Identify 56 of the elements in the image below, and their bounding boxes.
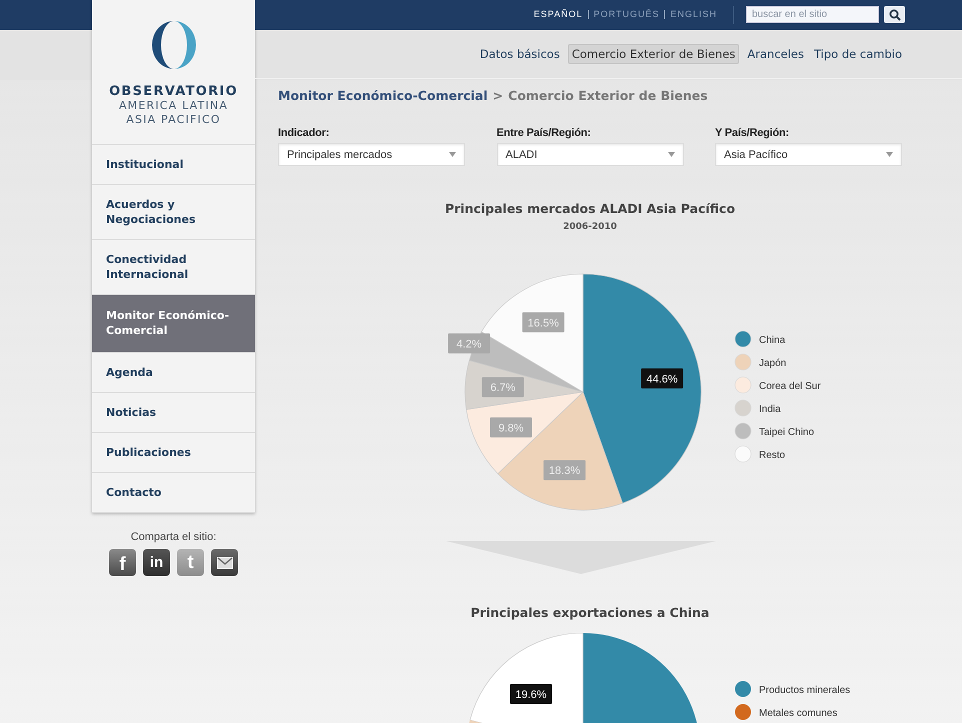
- chart-title: Principales exportaciones a China: [470, 605, 710, 620]
- value-label: 16.5%: [522, 312, 564, 332]
- caret-icon: [449, 152, 456, 157]
- search-field[interactable]: buscar en el sitio: [746, 6, 879, 24]
- legend-label: Metales comunes: [759, 708, 838, 719]
- caret-icon: [668, 152, 674, 157]
- legend-label: Corea del Sur: [759, 381, 821, 392]
- logo-title: OBSERVATORIO: [109, 84, 238, 99]
- sidebar-item[interactable]: Monitor Económico-Comercial: [92, 295, 255, 353]
- breadcrumb-link[interactable]: Monitor Económico-Comercial: [278, 88, 488, 103]
- chart-subtitle: 2006-2010: [562, 222, 618, 232]
- pie-slice[interactable]: [582, 274, 702, 504]
- mail-icon[interactable]: [211, 549, 238, 576]
- filter-label: Entre País/Región:: [496, 127, 592, 139]
- social-icon[interactable]: f: [109, 549, 136, 576]
- filter-dropdown[interactable]: ALADI: [496, 143, 684, 166]
- sidebar-item[interactable]: Acuerdos y Negociaciones: [92, 185, 255, 240]
- legend-label: Productos minerales: [759, 685, 850, 696]
- filter-label: Indicador:: [278, 127, 330, 139]
- language-link[interactable]: ENGLISH: [664, 10, 722, 20]
- chart-title: Principales mercados ALADI Asia Pacífico: [444, 201, 736, 216]
- value-label: 6.7%: [482, 377, 524, 398]
- value-label: 9.8%: [490, 417, 532, 438]
- legend-label: Resto: [759, 450, 786, 461]
- filter-label: Y País/Región:: [715, 127, 790, 139]
- breadcrumb-current: Comercio Exterior de Bienes: [508, 88, 708, 103]
- section-tab[interactable]: Aranceles: [745, 44, 806, 64]
- sidebar-item[interactable]: Institucional: [92, 145, 255, 185]
- legend-label: India: [759, 404, 781, 415]
- caret-icon: [886, 152, 893, 157]
- logo-subtitle: ASIA PACIFICO: [126, 113, 221, 127]
- section-tab[interactable]: Datos básicos: [478, 44, 562, 64]
- sidebar-item[interactable]: Noticias: [92, 393, 255, 433]
- search-button[interactable]: [884, 6, 905, 24]
- legend-label: Taipei Chino: [759, 427, 814, 438]
- logo-icon: [150, 20, 196, 70]
- value-label: 44.6%: [641, 368, 684, 388]
- sidebar-item[interactable]: Publicaciones: [92, 433, 255, 473]
- search-icon: [888, 8, 900, 21]
- breadcrumb-separator: >: [492, 88, 504, 103]
- social-icon[interactable]: in: [143, 549, 170, 576]
- section-tab[interactable]: Tipo de cambio: [812, 44, 904, 64]
- sidebar-item[interactable]: Agenda: [92, 353, 255, 393]
- logo-subtitle: AMERICA LATINA: [118, 99, 228, 113]
- share-label: Comparta el sitio:: [130, 531, 216, 543]
- legend-label: Japón: [759, 358, 786, 369]
- section-tab[interactable]: Comercio Exterior de Bienes: [568, 44, 740, 64]
- value-label: 4.2%: [448, 333, 490, 354]
- filter-dropdown[interactable]: Principales mercados: [278, 143, 465, 166]
- sidebar-item[interactable]: Contacto: [92, 473, 255, 513]
- value-label: 19.6%: [510, 684, 552, 704]
- language-link[interactable]: PORTUGUÊS: [588, 10, 664, 20]
- filter-dropdown[interactable]: Asia Pacífico: [715, 143, 902, 166]
- language-link[interactable]: ESPAÑOL: [528, 10, 588, 20]
- legend-label: China: [759, 335, 786, 346]
- value-label: 18.3%: [544, 460, 586, 480]
